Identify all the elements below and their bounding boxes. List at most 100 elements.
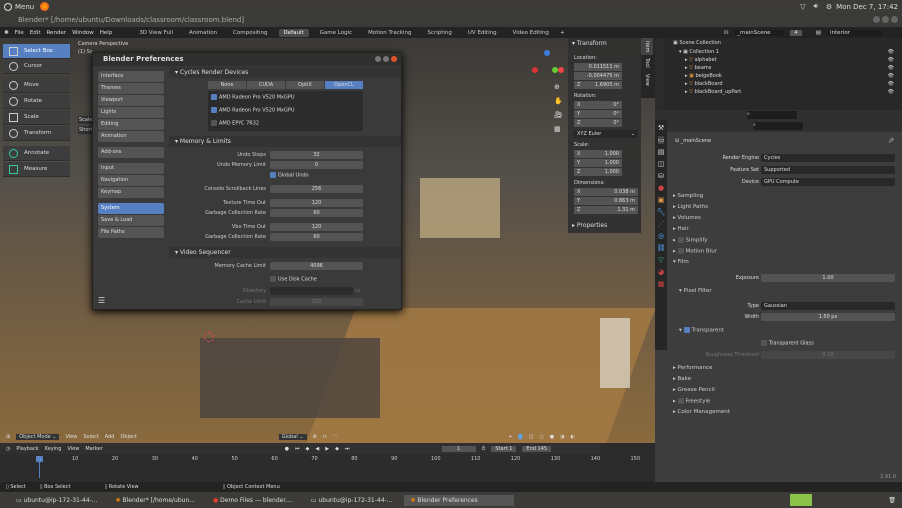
pivot-icon[interactable]: ⊗	[313, 434, 317, 440]
location-z-field[interactable]: Z 1.6905 m	[574, 81, 622, 89]
tab-view[interactable]: View	[641, 71, 653, 89]
section-memory-limits[interactable]: ▾ Memory & Limits	[169, 136, 401, 147]
pref-cat-interface[interactable]: Interface	[98, 71, 164, 82]
constraints-tab-icon[interactable]: ⛓	[657, 244, 666, 252]
editor-type-icon[interactable]: ◷	[6, 446, 10, 452]
pref-cat-input[interactable]: Input	[98, 163, 164, 174]
network-icon[interactable]: ▽	[800, 3, 805, 11]
filter-width-field[interactable]: 1.50 px	[761, 313, 895, 321]
device-tab-none[interactable]: None	[208, 81, 246, 89]
panel-hair[interactable]: ▸ Hair	[673, 226, 689, 232]
gc-rate-field-2[interactable]: 60	[270, 233, 363, 241]
panel-freestyle[interactable]: ▸ Freestyle	[673, 398, 710, 405]
orientation-dropdown[interactable]: Global ⌄	[278, 434, 307, 440]
workspace-tab-active[interactable]: Default	[278, 28, 309, 37]
outliner-item[interactable]: ▸ ▽ beams 👁︎	[665, 64, 902, 72]
texture-tab-icon[interactable]: ▩	[658, 280, 665, 288]
menu-help[interactable]: Help	[100, 30, 113, 36]
editor-type-icon[interactable]: ⊞	[6, 434, 10, 440]
workspace-tab[interactable]: UV Editing	[463, 29, 502, 37]
pref-cat-animation[interactable]: Animation	[98, 131, 164, 142]
taskbar-firefox[interactable]: ● Demo Files — blender....	[207, 495, 299, 506]
view-layer-field[interactable]: interior	[827, 29, 882, 36]
particles-tab-icon[interactable]: ⋰	[658, 220, 665, 228]
tool-transform[interactable]: Transform	[3, 126, 70, 141]
tool-cursor[interactable]: Cursor	[3, 59, 70, 74]
tool-select-box[interactable]: Select Box	[3, 44, 70, 59]
panel-light-paths[interactable]: ▸ Light Paths	[673, 204, 708, 210]
firefox-icon[interactable]	[40, 2, 50, 11]
pref-cat-lights[interactable]: Lights	[98, 107, 164, 118]
menu-playback[interactable]: Playback	[16, 446, 38, 452]
outliner-collection[interactable]: ▾ ▣ Collection 1 👁︎	[665, 48, 902, 56]
panel-grease-pencil[interactable]: ▸ Grease Pencil	[673, 387, 715, 393]
tab-item[interactable]: Item	[641, 38, 653, 56]
scene-field[interactable]: _mainScene	[734, 29, 785, 36]
workspace-tab[interactable]: Motion Tracking	[363, 29, 416, 37]
data-tab-icon[interactable]: ▽	[658, 256, 663, 264]
tool-tab-icon[interactable]: ⚒	[658, 124, 664, 132]
workspace-tab[interactable]: Video Editing	[508, 29, 554, 37]
eye-icon[interactable]: 👁︎	[888, 49, 894, 55]
scene-icon[interactable]: ⛁	[724, 30, 729, 36]
material-tab-icon[interactable]: ◕	[658, 268, 664, 276]
menu-object[interactable]: Object	[120, 434, 136, 440]
outliner-item[interactable]: ▸ ▽ alphabet 👁︎	[665, 56, 902, 64]
scale-x-field[interactable]: X 1.000	[574, 150, 622, 158]
eye-icon[interactable]: 👁︎	[888, 81, 894, 87]
device-checkbox[interactable]: AMD EPYC 7R32	[211, 120, 360, 127]
rotation-z-field[interactable]: Z 0°	[574, 119, 622, 127]
panel-simplify[interactable]: ▸ Simplify	[673, 237, 708, 244]
eye-icon[interactable]: 👁︎	[888, 73, 894, 79]
texture-timeout-field[interactable]: 120	[270, 199, 363, 207]
panel-volumes[interactable]: ▸ Volumes	[673, 215, 701, 221]
modifier-tab-icon[interactable]: 🔧︎	[657, 208, 666, 216]
workspace-switcher[interactable]	[790, 494, 813, 506]
rotation-mode-dropdown[interactable]: XYZ Euler ⌄	[574, 130, 638, 138]
workspace-tab[interactable]: Game Logic	[315, 29, 358, 37]
panel-performance[interactable]: ▸ Performance	[673, 365, 712, 371]
search-input[interactable]: ⌕	[747, 111, 797, 119]
pref-cat-system[interactable]: System	[98, 203, 164, 214]
rotation-x-field[interactable]: X 0°	[574, 101, 622, 109]
shading-solid-icon[interactable]: ●	[550, 434, 554, 440]
proportional-icon[interactable]: ◠	[333, 434, 337, 440]
pref-cat-themes[interactable]: Themes	[98, 83, 164, 94]
output-tab-icon[interactable]: ▤	[658, 148, 665, 156]
zoom-icon[interactable]: ⊕	[554, 83, 563, 91]
volume-icon[interactable]: 🔊︎	[813, 2, 817, 11]
cache-limit-field[interactable]: 100	[270, 298, 363, 306]
console-scrollback-field[interactable]: 256	[270, 185, 363, 193]
device-tab-cuda[interactable]: CUDA	[247, 81, 285, 89]
taskbar-blender-prefs[interactable]: ✺ Blender Preferences	[404, 494, 515, 506]
menu-edit[interactable]: Edit	[30, 30, 41, 36]
xray-icon[interactable]: ◫	[529, 434, 534, 440]
menu-add[interactable]: Add	[105, 434, 115, 440]
feature-set-dropdown[interactable]: Supported	[761, 166, 895, 174]
gc-rate-field[interactable]: 60	[270, 209, 363, 217]
menu-file[interactable]: File	[15, 30, 24, 36]
section-cycles-devices[interactable]: ▾ Cycles Render Devices	[169, 67, 401, 78]
tool-move[interactable]: Move	[3, 78, 70, 93]
playhead[interactable]	[39, 456, 40, 478]
device-tab-opencl[interactable]: OpenCL	[325, 81, 363, 89]
scale-y-field[interactable]: Y 1.000	[574, 159, 622, 167]
record-icon[interactable]: ●	[285, 446, 289, 452]
panel-transparent[interactable]: ▾ Transparent	[679, 327, 724, 334]
taskbar-terminal-2[interactable]: ▭ ubuntu@ip-172-31-44-...	[305, 495, 399, 506]
view-layer-tab-icon[interactable]: ◫	[658, 160, 665, 168]
transparent-glass-checkbox[interactable]: Transparent Glass	[761, 340, 814, 347]
workspace-tab[interactable]: 3D View Full	[134, 29, 178, 37]
play-reverse-icon[interactable]: ◀	[315, 446, 319, 452]
view-layer-icon[interactable]: ▤	[816, 30, 821, 36]
gizmo-icon[interactable]: ⌖	[509, 434, 512, 440]
device-tab-optix[interactable]: OptiX	[286, 81, 324, 89]
folder-icon[interactable]: ▭	[355, 287, 361, 294]
navigation-gizmo[interactable]	[528, 50, 564, 86]
shading-rendered-icon[interactable]: ◐	[571, 434, 575, 440]
global-undo-checkbox[interactable]: Global Undo	[270, 172, 309, 179]
taskbar-blender[interactable]: ✺ Blender* [/home/ubun...	[110, 495, 201, 506]
vbo-timeout-field[interactable]: 120	[270, 223, 363, 231]
menu-select[interactable]: Select	[83, 434, 98, 440]
overlay-icon[interactable]: ◙	[518, 434, 523, 440]
